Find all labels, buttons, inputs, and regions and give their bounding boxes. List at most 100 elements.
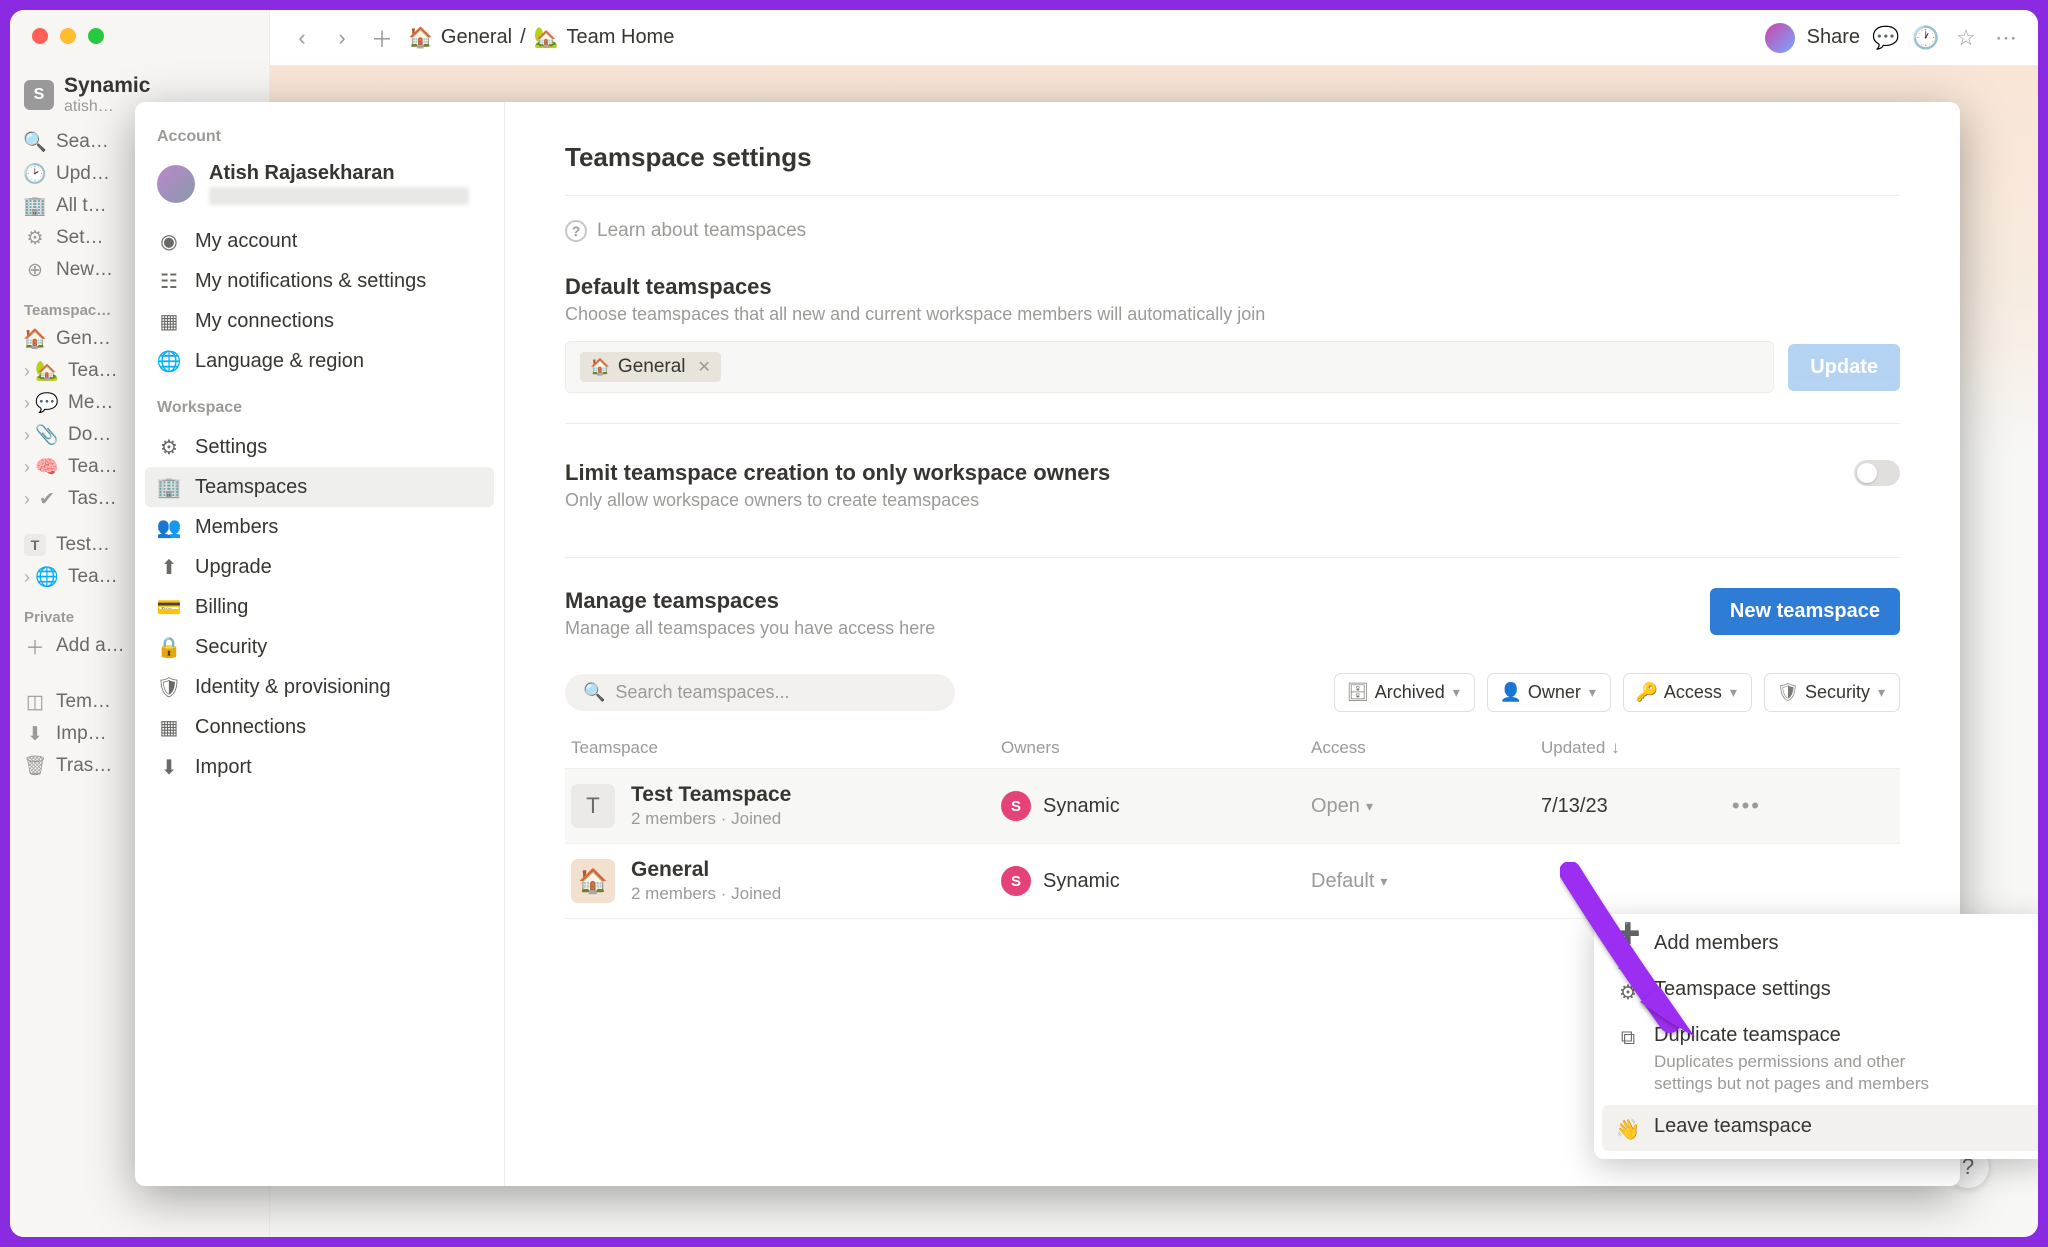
teamspace-name: General bbox=[631, 858, 781, 882]
table-row[interactable]: 🏠 General 2 members · Joined SSynamic De… bbox=[565, 844, 1900, 919]
settings-item-connections[interactable]: ▦Connections bbox=[135, 707, 504, 747]
chevron-down-icon: ▾ bbox=[1589, 684, 1596, 701]
settings-item-upgrade[interactable]: ⬆Upgrade bbox=[135, 547, 504, 587]
trash-icon: 🗑 bbox=[24, 755, 46, 777]
settings-item-import[interactable]: ⬇Import bbox=[135, 747, 504, 787]
remove-chip-icon[interactable]: ✕ bbox=[698, 357, 711, 377]
building-icon: 🏢 bbox=[24, 195, 46, 217]
nav-back-icon[interactable]: ‹ bbox=[288, 24, 316, 52]
settings-item-billing[interactable]: 💳Billing bbox=[135, 587, 504, 627]
settings-item-notifications[interactable]: ☷My notifications & settings bbox=[135, 261, 504, 301]
comments-icon[interactable]: 💬 bbox=[1872, 24, 1900, 52]
people-icon: 👥 bbox=[157, 515, 181, 539]
settings-item-language[interactable]: 🌐Language & region bbox=[135, 341, 504, 381]
settings-item-security[interactable]: 🔒Security bbox=[135, 627, 504, 667]
settings-item-my-connections[interactable]: ▦My connections bbox=[135, 301, 504, 341]
limit-creation-heading: Limit teamspace creation to only workspa… bbox=[565, 460, 1110, 486]
chevron-down-icon: ▾ bbox=[1730, 684, 1737, 701]
search-icon: 🔍 bbox=[583, 682, 605, 703]
settings-profile[interactable]: Atish Rajasekharan bbox=[135, 156, 504, 221]
settings-item-my-account[interactable]: ◉My account bbox=[135, 221, 504, 261]
divider bbox=[565, 195, 1900, 196]
gear-icon: ⚙ bbox=[24, 227, 46, 249]
menu-duplicate-teamspace[interactable]: ⧉ Duplicate teamspace Duplicates permiss… bbox=[1602, 1014, 2038, 1105]
new-tab-icon[interactable]: ＋ bbox=[368, 24, 396, 52]
chevron-down-icon: ▾ bbox=[1453, 684, 1460, 701]
menu-duplicate-description: Duplicates permissions and other setting… bbox=[1654, 1051, 1929, 1095]
chip-label: General bbox=[618, 356, 686, 378]
filter-access[interactable]: 🔑Access▾ bbox=[1623, 673, 1752, 712]
copy-icon: ⧉ bbox=[1616, 1026, 1640, 1050]
row-actions-button[interactable]: ••• bbox=[1701, 793, 1761, 819]
column-updated[interactable]: Updated↓ bbox=[1541, 738, 1834, 758]
template-icon: ◫ bbox=[24, 691, 46, 713]
key-icon: 🔑 bbox=[1638, 684, 1656, 702]
owner-avatar: S bbox=[1001, 866, 1031, 896]
chat-icon: 💬 bbox=[36, 392, 58, 414]
user-avatar[interactable] bbox=[1765, 23, 1795, 53]
brain-icon: 🧠 bbox=[36, 456, 58, 478]
shield-icon: 🛡 bbox=[1779, 684, 1797, 702]
learn-link[interactable]: ?Learn about teamspaces bbox=[565, 220, 1900, 242]
search-teamspaces-input[interactable]: 🔍 Search teamspaces... bbox=[565, 674, 955, 711]
column-access[interactable]: Access bbox=[1311, 738, 1541, 758]
window-traffic-lights[interactable] bbox=[32, 28, 104, 44]
share-button[interactable]: Share bbox=[1807, 26, 1860, 49]
home-icon: 🏠 bbox=[408, 25, 433, 50]
column-owners[interactable]: Owners bbox=[1001, 738, 1311, 758]
default-teamspaces-input[interactable]: 🏠 General ✕ bbox=[565, 341, 1774, 393]
download-icon: ⬇ bbox=[157, 755, 181, 779]
paperclip-icon: 📎 bbox=[36, 424, 58, 446]
settings-item-settings[interactable]: ⚙Settings bbox=[135, 427, 504, 467]
more-icon[interactable]: ⋯ bbox=[1992, 24, 2020, 52]
sliders-icon: ☷ bbox=[157, 269, 181, 293]
nav-forward-icon[interactable]: › bbox=[328, 24, 356, 52]
filter-archived[interactable]: 🗄Archived▾ bbox=[1334, 673, 1475, 712]
breadcrumb-workspace[interactable]: General bbox=[441, 26, 512, 49]
profile-email-redacted bbox=[209, 187, 469, 205]
shield-check-icon: 🛡 bbox=[157, 675, 181, 699]
plus-icon: ＋ bbox=[24, 635, 46, 657]
topbar: ‹ › ＋ 🏠 General / 🏡 Team Home Share 💬 🕐 … bbox=[270, 10, 2038, 66]
minimize-window-icon[interactable] bbox=[60, 28, 76, 44]
default-teamspaces-heading: Default teamspaces bbox=[565, 274, 1900, 300]
favorite-icon[interactable]: ☆ bbox=[1952, 24, 1980, 52]
access-value[interactable]: Default▾ bbox=[1311, 870, 1541, 893]
building-icon: 🏢 bbox=[157, 475, 181, 499]
add-person-icon: ➕👤 bbox=[1616, 934, 1640, 958]
settings-item-members[interactable]: 👥Members bbox=[135, 507, 504, 547]
arrow-up-circle-icon: ⬆ bbox=[157, 555, 181, 579]
chevron-down-icon: ▾ bbox=[1380, 873, 1387, 890]
update-button[interactable]: Update bbox=[1788, 344, 1900, 391]
limit-creation-toggle[interactable] bbox=[1854, 460, 1900, 486]
updated-value: 7/13/23 bbox=[1541, 795, 1701, 818]
globe-icon: 🌐 bbox=[36, 566, 58, 588]
maximize-window-icon[interactable] bbox=[88, 28, 104, 44]
column-teamspace[interactable]: Teamspace bbox=[571, 738, 1001, 758]
filter-owner[interactable]: 👤Owner▾ bbox=[1487, 673, 1611, 712]
chevron-down-icon: ▾ bbox=[1878, 684, 1885, 701]
breadcrumb[interactable]: 🏠 General / 🏡 Team Home bbox=[408, 25, 674, 50]
menu-leave-teamspace[interactable]: 👋 Leave teamspace bbox=[1602, 1105, 2038, 1151]
search-placeholder: Search teamspaces... bbox=[615, 682, 789, 703]
breadcrumb-page[interactable]: Team Home bbox=[567, 26, 675, 49]
teamspace-chip[interactable]: 🏠 General ✕ bbox=[580, 352, 721, 382]
teamspace-letter-icon: T bbox=[571, 784, 615, 828]
limit-creation-subtitle: Only allow workspace owners to create te… bbox=[565, 490, 1110, 511]
settings-item-identity[interactable]: 🛡Identity & provisioning bbox=[135, 667, 504, 707]
access-value[interactable]: Open▾ bbox=[1311, 795, 1541, 818]
menu-add-members[interactable]: ➕👤 Add members bbox=[1602, 922, 2038, 968]
breadcrumb-separator: / bbox=[520, 26, 526, 49]
new-teamspace-button[interactable]: New teamspace bbox=[1710, 588, 1900, 635]
page-title: Teamspace settings bbox=[565, 142, 1900, 173]
settings-item-teamspaces[interactable]: 🏢Teamspaces bbox=[145, 467, 494, 507]
owner-name: Synamic bbox=[1043, 870, 1120, 893]
table-row[interactable]: T Test Teamspace 2 members · Joined SSyn… bbox=[565, 769, 1900, 844]
profile-name: Atish Rajasekharan bbox=[209, 162, 469, 185]
search-icon: 🔍 bbox=[24, 131, 46, 153]
filter-security[interactable]: 🛡Security▾ bbox=[1764, 673, 1900, 712]
updates-icon[interactable]: 🕐 bbox=[1912, 24, 1940, 52]
menu-teamspace-settings[interactable]: ⚙ Teamspace settings bbox=[1602, 968, 2038, 1014]
archive-icon: 🗄 bbox=[1349, 684, 1367, 702]
close-window-icon[interactable] bbox=[32, 28, 48, 44]
